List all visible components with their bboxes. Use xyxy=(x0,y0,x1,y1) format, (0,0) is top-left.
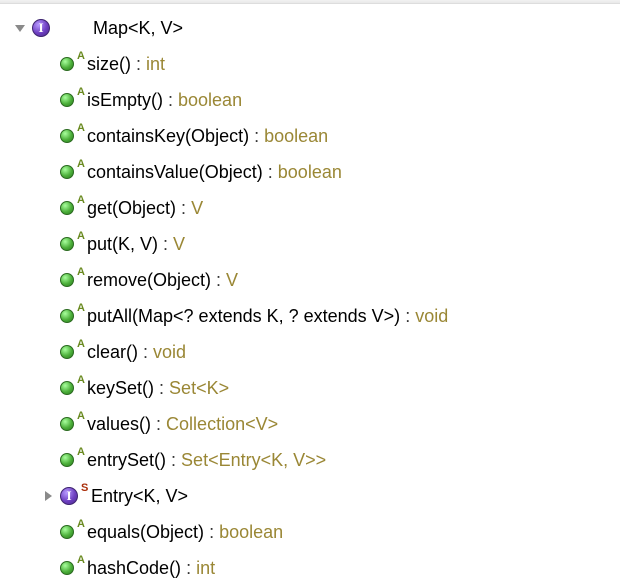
method-public-icon xyxy=(60,165,74,179)
disclosure-triangle-down-icon[interactable] xyxy=(14,22,28,34)
tree-row-method[interactable]: A putAll(Map<? extends K, ? extends V>) … xyxy=(0,298,620,334)
tree-row-method[interactable]: A clear() : void xyxy=(0,334,620,370)
method-public-icon xyxy=(60,273,74,287)
tree-row-method[interactable]: A put(K, V) : V xyxy=(0,226,620,262)
tree-row-label: containsValue(Object) : boolean xyxy=(87,154,342,190)
abstract-badge-icon: A xyxy=(77,50,87,62)
abstract-badge-icon: A xyxy=(77,122,87,134)
outline-tree: Map<K, V> A size() : int A isEmpty() : b… xyxy=(0,4,620,586)
method-public-icon xyxy=(60,57,74,71)
static-badge-icon: S xyxy=(81,482,91,494)
interface-icon xyxy=(60,487,78,505)
abstract-badge-icon: A xyxy=(77,374,87,386)
abstract-badge-icon: A xyxy=(77,554,87,566)
method-public-icon xyxy=(60,381,74,395)
method-public-icon xyxy=(60,237,74,251)
tree-row-method[interactable]: A containsValue(Object) : boolean xyxy=(0,154,620,190)
tree-row-method[interactable]: A keySet() : Set<K> xyxy=(0,370,620,406)
abstract-badge-icon: A xyxy=(77,158,87,170)
interface-icon xyxy=(32,19,50,37)
tree-row-method[interactable]: A isEmpty() : boolean xyxy=(0,82,620,118)
tree-row-method[interactable]: A equals(Object) : boolean xyxy=(0,514,620,550)
method-public-icon xyxy=(60,201,74,215)
tree-row-entry[interactable]: S Entry<K, V> xyxy=(0,478,620,514)
tree-row-label: values() : Collection<V> xyxy=(87,406,278,442)
abstract-badge-icon: A xyxy=(77,266,87,278)
tree-row-method[interactable]: A containsKey(Object) : boolean xyxy=(0,118,620,154)
tree-row-map[interactable]: Map<K, V> xyxy=(0,10,620,46)
tree-row-label: clear() : void xyxy=(87,334,186,370)
tree-row-label: equals(Object) : boolean xyxy=(87,514,283,550)
abstract-badge-icon: A xyxy=(77,86,87,98)
tree-row-label: entrySet() : Set<Entry<K, V>> xyxy=(87,442,326,478)
tree-row-label: keySet() : Set<K> xyxy=(87,370,229,406)
method-public-icon xyxy=(60,525,74,539)
tree-row-label: hashCode() : int xyxy=(87,550,215,586)
method-public-icon xyxy=(60,453,74,467)
disclosure-triangle-right-icon[interactable] xyxy=(42,490,56,502)
tree-row-method[interactable]: A entrySet() : Set<Entry<K, V>> xyxy=(0,442,620,478)
abstract-badge-icon: A xyxy=(77,302,87,314)
abstract-badge-icon: A xyxy=(77,338,87,350)
abstract-badge-icon: A xyxy=(77,194,87,206)
method-public-icon xyxy=(60,561,74,575)
tree-row-method[interactable]: A values() : Collection<V> xyxy=(0,406,620,442)
abstract-badge-icon: A xyxy=(77,230,87,242)
tree-row-label: remove(Object) : V xyxy=(87,262,238,298)
tree-row-method[interactable]: A remove(Object) : V xyxy=(0,262,620,298)
method-public-icon xyxy=(60,345,74,359)
abstract-badge-icon: A xyxy=(77,518,87,530)
method-public-icon xyxy=(60,309,74,323)
method-public-icon xyxy=(60,93,74,107)
tree-row-label: isEmpty() : boolean xyxy=(87,82,242,118)
tree-row-method[interactable]: A hashCode() : int xyxy=(0,550,620,586)
tree-row-label: put(K, V) : V xyxy=(87,226,185,262)
abstract-badge-icon: A xyxy=(77,410,87,422)
tree-row-label: get(Object) : V xyxy=(87,190,203,226)
method-public-icon xyxy=(60,129,74,143)
tree-row-label: putAll(Map<? extends K, ? extends V>) : … xyxy=(87,298,448,334)
tree-row-label: Entry<K, V> xyxy=(91,478,188,514)
tree-row-label: size() : int xyxy=(87,46,165,82)
method-public-icon xyxy=(60,417,74,431)
tree-row-method[interactable]: A size() : int xyxy=(0,46,620,82)
tree-row-label: containsKey(Object) : boolean xyxy=(87,118,328,154)
tree-row-method[interactable]: A get(Object) : V xyxy=(0,190,620,226)
abstract-badge-icon: A xyxy=(77,446,87,458)
